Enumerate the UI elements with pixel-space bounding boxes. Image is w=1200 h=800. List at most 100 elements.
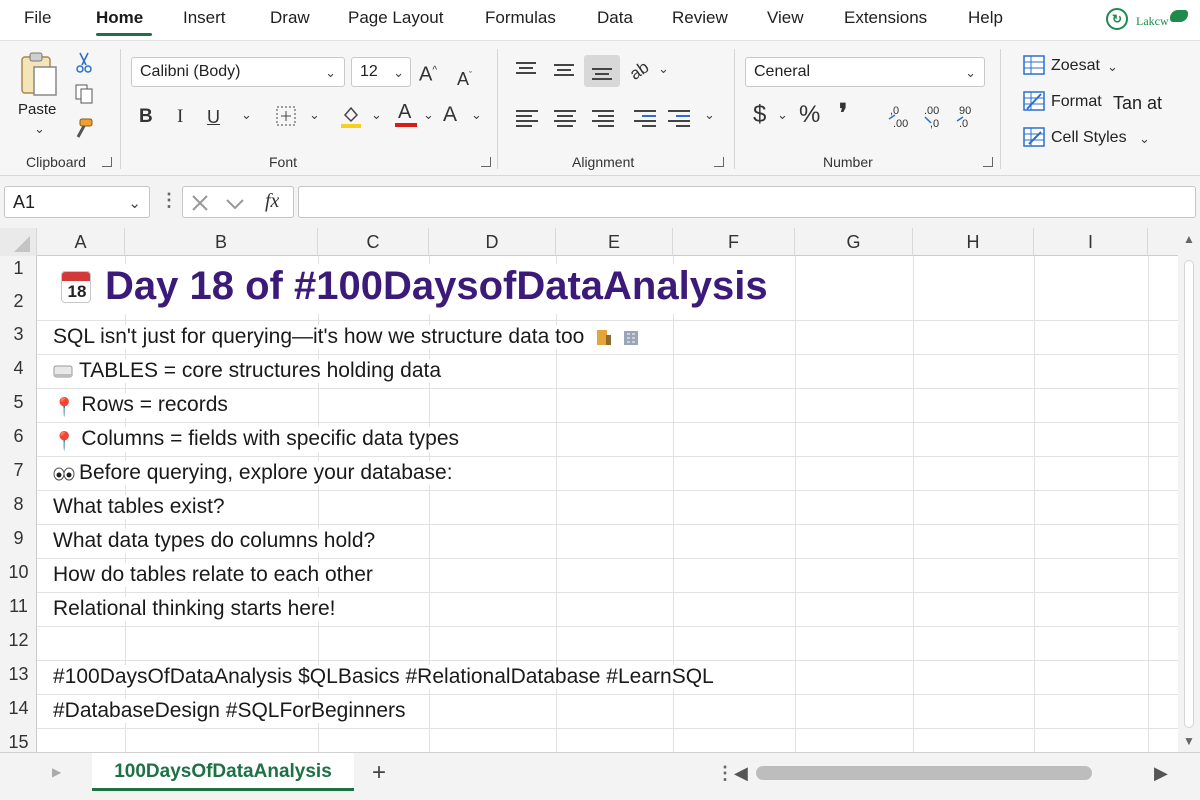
menu-review[interactable]: Review xyxy=(672,8,728,28)
cell-a13[interactable]: #100DaysOfDataAnalysis $QLBasics #Relati… xyxy=(53,665,718,689)
paste-label[interactable]: Paste xyxy=(18,101,56,118)
font-launcher-icon[interactable] xyxy=(481,157,491,167)
increase-decimal-icon[interactable]: ,0 .00 xyxy=(887,103,913,129)
menu-view[interactable]: View xyxy=(767,8,804,28)
cell-area[interactable]: 18 Day 18 of #100DaysofDataAnalysis SQL … xyxy=(37,256,1178,752)
conditional-dropdown-icon[interactable]: ⌄ xyxy=(1107,59,1118,75)
decrease-font-icon[interactable]: Aˇ xyxy=(457,63,472,91)
row-header-11[interactable]: 11 xyxy=(0,596,37,617)
alignment-launcher-icon[interactable] xyxy=(714,157,724,167)
borders-dropdown-icon[interactable]: ⌄ xyxy=(309,107,320,123)
row-header-15[interactable]: 15 xyxy=(0,732,37,752)
column-header-g[interactable]: G xyxy=(795,228,913,256)
conditional-formatting-button[interactable]: Zoesat xyxy=(1051,57,1100,75)
percent-button[interactable]: % xyxy=(799,103,820,127)
copy-icon[interactable] xyxy=(74,83,94,105)
cell-a10[interactable]: How do tables relate to each other xyxy=(53,563,377,587)
scroll-up-icon[interactable]: ▲ xyxy=(1183,232,1195,246)
row-header-7[interactable]: 7 xyxy=(0,460,37,481)
row-header-12[interactable]: 12 xyxy=(0,630,37,651)
row-header-4[interactable]: 4 xyxy=(0,358,37,379)
format-as-table-extra[interactable]: Tan at xyxy=(1113,93,1162,114)
currency-dropdown-icon[interactable]: ⌄ xyxy=(777,107,788,123)
paste-icon[interactable] xyxy=(18,51,60,99)
bold-button[interactable]: B xyxy=(139,105,153,129)
number-format-extra-icon[interactable]: 90 .0 xyxy=(955,103,981,129)
cell-a4[interactable]: TABLES = core structures holding data xyxy=(53,359,446,383)
cut-icon[interactable] xyxy=(74,51,94,75)
menu-formulas[interactable]: Formulas xyxy=(485,8,556,28)
menu-file[interactable]: File xyxy=(24,8,51,28)
tab-options-icon[interactable]: ⋮ xyxy=(716,763,734,784)
menu-draw[interactable]: Draw xyxy=(270,8,310,28)
name-box[interactable]: A1 ⌄ xyxy=(4,186,150,218)
align-center-icon[interactable] xyxy=(554,107,576,130)
orientation-icon[interactable]: ab xyxy=(625,56,654,87)
cell-a5[interactable]: 📍 Rows = records xyxy=(53,393,232,418)
scroll-left-icon[interactable]: ◀ xyxy=(734,763,748,784)
menu-help[interactable]: Help xyxy=(968,8,1003,28)
row-header-9[interactable]: 9 xyxy=(0,528,37,549)
currency-button[interactable]: $ xyxy=(753,103,766,127)
cell-styles-dropdown-icon[interactable]: ⌄ xyxy=(1139,131,1150,147)
italic-button[interactable]: I xyxy=(177,105,183,129)
conditional-formatting-icon[interactable] xyxy=(1023,55,1045,75)
cell-a11[interactable]: Relational thinking starts here! xyxy=(53,597,340,621)
sheet-title[interactable]: 18 Day 18 of #100DaysofDataAnalysis xyxy=(61,264,774,314)
increase-font-icon[interactable]: A^ xyxy=(419,59,437,87)
decrease-decimal-icon[interactable]: .00 ,0 xyxy=(921,103,947,129)
formula-input[interactable] xyxy=(298,186,1196,218)
column-header-i[interactable]: I xyxy=(1034,228,1148,256)
vertical-scrollbar[interactable]: ▲ ▼ xyxy=(1178,228,1200,752)
number-format-select[interactable]: Ceneral ⌄ xyxy=(745,57,985,87)
select-all-corner[interactable] xyxy=(0,228,37,256)
align-top-icon[interactable] xyxy=(516,59,536,77)
row-header-8[interactable]: 8 xyxy=(0,494,37,515)
horizontal-scroll-thumb[interactable] xyxy=(756,766,1092,780)
format-painter-icon[interactable] xyxy=(72,117,94,139)
align-right-icon[interactable] xyxy=(592,107,614,130)
clipboard-launcher-icon[interactable] xyxy=(102,157,112,167)
format-as-table-button[interactable]: Format xyxy=(1051,93,1102,111)
row-header-13[interactable]: 13 xyxy=(0,664,37,685)
text-effects-dropdown-icon[interactable]: ⌄ xyxy=(471,107,482,123)
insert-function-button[interactable]: fx xyxy=(265,190,279,213)
sheet-tab-active[interactable]: 100DaysOfDataAnalysis xyxy=(92,753,354,791)
row-header-10[interactable]: 10 xyxy=(0,562,37,583)
cell-styles-button[interactable]: Cell Styles xyxy=(1051,129,1127,147)
more-options-icon[interactable]: ⋮ xyxy=(160,190,178,211)
add-sheet-button[interactable]: + xyxy=(372,759,386,787)
cell-a6[interactable]: 📍 Columns = fields with specific data typ… xyxy=(53,427,464,452)
vertical-scroll-thumb[interactable] xyxy=(1184,260,1194,728)
scroll-right-icon[interactable]: ▶ xyxy=(1154,763,1168,784)
row-header-1[interactable]: 1 xyxy=(0,258,37,279)
number-launcher-icon[interactable] xyxy=(983,157,993,167)
scroll-down-icon[interactable]: ▼ xyxy=(1183,734,1195,748)
cell-a3[interactable]: SQL isn't just for querying—it's how we … xyxy=(53,325,645,349)
orientation-dropdown-icon[interactable]: ⌄ xyxy=(658,61,669,77)
format-as-table-icon[interactable] xyxy=(1023,91,1045,111)
font-name-select[interactable]: Calibni (Body) ⌄ xyxy=(131,57,345,87)
cell-a8[interactable]: What tables exist? xyxy=(53,495,229,519)
cell-a14[interactable]: #DatabaseDesign #SQLForBeginners xyxy=(53,699,410,723)
menu-data[interactable]: Data xyxy=(597,8,633,28)
cancel-icon[interactable] xyxy=(191,194,209,212)
underline-button[interactable]: U xyxy=(207,105,220,129)
decrease-indent-icon[interactable] xyxy=(634,107,656,130)
cell-a7[interactable]: Before querying, explore your database: xyxy=(53,461,457,485)
column-header-f[interactable]: F xyxy=(673,228,795,256)
column-header-d[interactable]: D xyxy=(429,228,556,256)
fill-color-icon[interactable] xyxy=(339,103,363,129)
indent-dropdown-icon[interactable]: ⌄ xyxy=(704,107,715,123)
paste-dropdown-icon[interactable]: ⌄ xyxy=(34,121,45,137)
align-bottom-button[interactable] xyxy=(584,55,620,87)
font-color-icon[interactable]: A xyxy=(395,101,417,129)
menu-extensions[interactable]: Extensions xyxy=(844,8,927,28)
row-header-14[interactable]: 14 xyxy=(0,698,37,719)
borders-icon[interactable] xyxy=(275,105,297,127)
column-header-c[interactable]: C xyxy=(318,228,429,256)
menu-insert[interactable]: Insert xyxy=(183,8,226,28)
enter-icon[interactable] xyxy=(225,194,245,212)
row-header-5[interactable]: 5 xyxy=(0,392,37,413)
column-header-a[interactable]: A xyxy=(37,228,125,256)
